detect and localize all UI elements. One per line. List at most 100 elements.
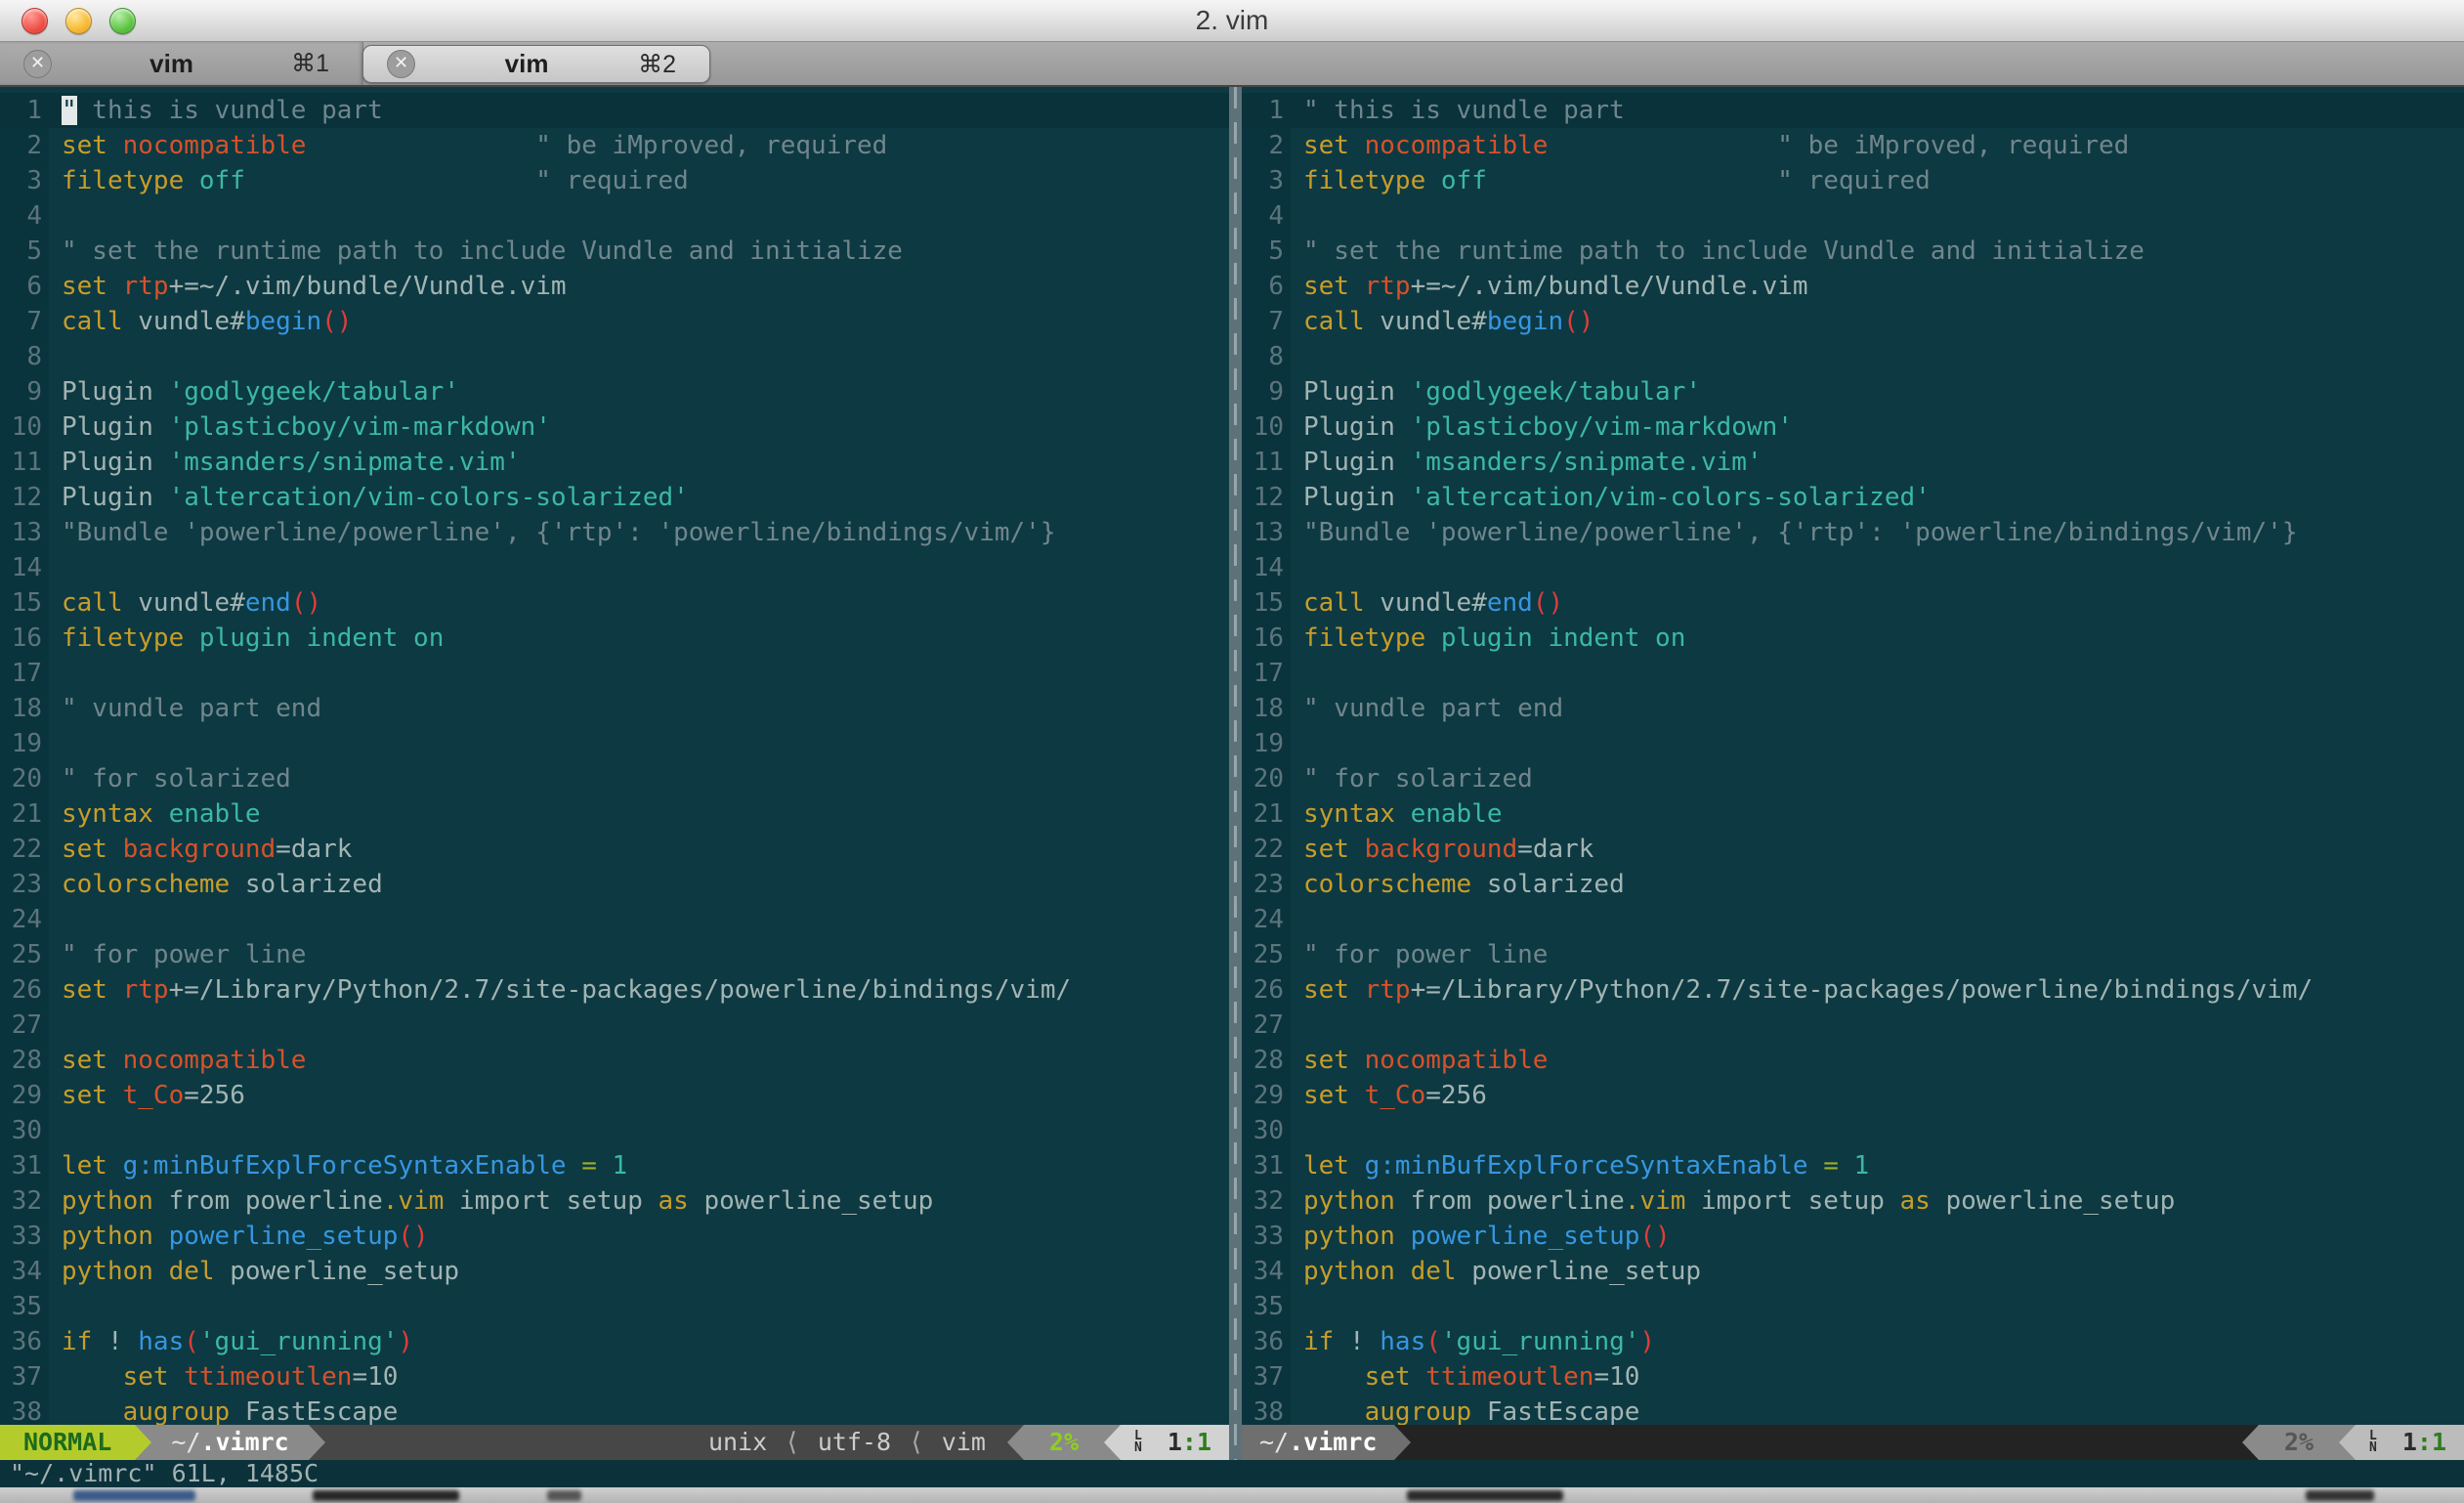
tab-close-icon[interactable]: ✕ (387, 50, 415, 78)
buffer-line[interactable]: 5 " set the runtime path to include Vundl… (1242, 234, 2464, 269)
buffer-line[interactable]: 24 (0, 902, 1229, 937)
window-titlebar[interactable]: 2. vim (0, 0, 2464, 42)
buffer-line[interactable]: 34 python del powerline_setup (0, 1254, 1229, 1289)
code-line: Plugin 'msanders/snipmate.vim' (62, 448, 521, 477)
buffer-line[interactable]: 5 " set the runtime path to include Vundl… (0, 234, 1229, 269)
tab-vim-1[interactable]: ✕ vim ⌘1 (0, 42, 363, 85)
cursor-position-segment: LN 1:1 (2356, 1425, 2464, 1460)
buffer-line[interactable]: 33 python powerline_setup() (0, 1219, 1229, 1254)
buffer-line[interactable]: 29 set t_Co=256 (1242, 1078, 2464, 1113)
buffer-line[interactable]: 26 set rtp+=/Library/Python/2.7/site-pack… (0, 972, 1229, 1008)
buffer-line[interactable]: 9 Plugin 'godlygeek/tabular' (0, 374, 1229, 409)
buffer-line[interactable]: 30 (0, 1113, 1229, 1148)
tab-close-icon[interactable]: ✕ (23, 49, 52, 78)
buffer-line[interactable]: 6 set rtp+=~/.vim/bundle/Vundle.vim (0, 269, 1229, 304)
buffer-line[interactable]: 18 " vundle part end (0, 691, 1229, 726)
code-line: " this is vundle part (62, 96, 383, 125)
line-number: 29 (1242, 1078, 1291, 1113)
buffer-line[interactable]: 4 (0, 198, 1229, 234)
buffer-line[interactable]: 28 set nocompatible (0, 1043, 1229, 1078)
buffer-line[interactable]: 18 " vundle part end (1242, 691, 2464, 726)
buffer-line[interactable]: 30 (1242, 1113, 2464, 1148)
buffer-line[interactable]: 15 call vundle#end() (1242, 585, 2464, 621)
buffer-line[interactable]: 37 set ttimeoutlen=10 (0, 1359, 1229, 1395)
buffer-line[interactable]: 34 python del powerline_setup (1242, 1254, 2464, 1289)
vim-pane-left[interactable]: 1 " this is vundle part 2 set nocompatible … (0, 87, 1229, 1460)
buffer-line[interactable]: 13 "Bundle 'powerline/powerline', {'rtp':… (0, 515, 1229, 550)
code-line: set nocompatible (1303, 1046, 1549, 1075)
buffer-line[interactable]: 32 python from powerline.vim import setup… (1242, 1183, 2464, 1219)
buffer-line[interactable]: 28 set nocompatible (1242, 1043, 2464, 1078)
buffer-line[interactable]: 21 syntax enable (0, 796, 1229, 832)
line-number: 5 (1242, 234, 1291, 269)
buffer-line[interactable]: 32 python from powerline.vim import setup… (0, 1183, 1229, 1219)
buffer-line[interactable]: 15 call vundle#end() (0, 585, 1229, 621)
buffer-line[interactable]: 8 (1242, 339, 2464, 374)
buffer-line[interactable]: 38 augroup FastEscape (0, 1395, 1229, 1425)
buffer-line[interactable]: 6 set rtp+=~/.vim/bundle/Vundle.vim (1242, 269, 2464, 304)
background-window-strip (0, 1487, 2464, 1503)
buffer-line[interactable]: 25 " for power line (1242, 937, 2464, 972)
buffer-line[interactable]: 33 python powerline_setup() (1242, 1219, 2464, 1254)
buffer-right[interactable]: 1 " this is vundle part 2 set nocompatible … (1242, 87, 2464, 1425)
buffer-left[interactable]: 1 " this is vundle part 2 set nocompatible … (0, 87, 1229, 1425)
buffer-line[interactable]: 19 (0, 726, 1229, 761)
buffer-line[interactable]: 38 augroup FastEscape (1242, 1395, 2464, 1425)
buffer-line[interactable]: 23 colorscheme solarized (1242, 867, 2464, 902)
buffer-line[interactable]: 9 Plugin 'godlygeek/tabular' (1242, 374, 2464, 409)
buffer-line[interactable]: 26 set rtp+=/Library/Python/2.7/site-pack… (1242, 972, 2464, 1008)
buffer-line[interactable]: 22 set background=dark (0, 832, 1229, 867)
buffer-line[interactable]: 2 set nocompatible " be iMproved, require… (1242, 128, 2464, 163)
tab-vim-2[interactable]: ✕ vim ⌘2 (362, 45, 710, 83)
buffer-line[interactable]: 27 (0, 1008, 1229, 1043)
buffer-line[interactable]: 27 (1242, 1008, 2464, 1043)
buffer-line[interactable]: 14 (1242, 550, 2464, 585)
scroll-percent: 2% (2283, 1428, 2314, 1456)
buffer-line[interactable]: 7 call vundle#begin() (1242, 304, 2464, 339)
buffer-line[interactable]: 7 call vundle#begin() (0, 304, 1229, 339)
buffer-line[interactable]: 19 (1242, 726, 2464, 761)
buffer-line[interactable]: 16 filetype plugin indent on (0, 621, 1229, 656)
buffer-line[interactable]: 20 " for solarized (1242, 761, 2464, 796)
buffer-line[interactable]: 3 filetype off " required (1242, 163, 2464, 198)
buffer-line[interactable]: 1 " this is vundle part (0, 93, 1229, 128)
vertical-split-divider[interactable] (1229, 87, 1242, 1460)
code-line: Plugin 'altercation/vim-colors-solarized… (1303, 483, 1931, 512)
buffer-line[interactable]: 25 " for power line (0, 937, 1229, 972)
line-number-icon: LN (1134, 1429, 1142, 1455)
buffer-line[interactable]: 10 Plugin 'plasticboy/vim-markdown' (0, 409, 1229, 445)
buffer-line[interactable]: 23 colorscheme solarized (0, 867, 1229, 902)
buffer-line[interactable]: 17 (1242, 656, 2464, 691)
buffer-line[interactable]: 16 filetype plugin indent on (1242, 621, 2464, 656)
buffer-line[interactable]: 24 (1242, 902, 2464, 937)
buffer-line[interactable]: 21 syntax enable (1242, 796, 2464, 832)
buffer-line[interactable]: 1 " this is vundle part (1242, 93, 2464, 128)
buffer-line[interactable]: 22 set background=dark (1242, 832, 2464, 867)
buffer-line[interactable]: 8 (0, 339, 1229, 374)
vim-command-line[interactable]: "~/.vimrc" 61L, 1485C (0, 1460, 2464, 1487)
buffer-line[interactable]: 29 set t_Co=256 (0, 1078, 1229, 1113)
buffer-line[interactable]: 36 if ! has('gui_running') (1242, 1324, 2464, 1359)
buffer-line[interactable]: 12 Plugin 'altercation/vim-colors-solariz… (1242, 480, 2464, 515)
buffer-line[interactable]: 20 " for solarized (0, 761, 1229, 796)
buffer-line[interactable]: 4 (1242, 198, 2464, 234)
buffer-line[interactable]: 14 (0, 550, 1229, 585)
buffer-line[interactable]: 37 set ttimeoutlen=10 (1242, 1359, 2464, 1395)
buffer-line[interactable]: 35 (1242, 1289, 2464, 1324)
vim-pane-right[interactable]: 1 " this is vundle part 2 set nocompatible … (1242, 87, 2464, 1460)
buffer-line[interactable]: 12 Plugin 'altercation/vim-colors-solariz… (0, 480, 1229, 515)
buffer-line[interactable]: 36 if ! has('gui_running') (0, 1324, 1229, 1359)
buffer-line[interactable]: 31 let g:minBufExplForceSyntaxEnable = 1 (1242, 1148, 2464, 1183)
buffer-line[interactable]: 10 Plugin 'plasticboy/vim-markdown' (1242, 409, 2464, 445)
buffer-line[interactable]: 17 (0, 656, 1229, 691)
buffer-line[interactable]: 35 (0, 1289, 1229, 1324)
buffer-line[interactable]: 3 filetype off " required (0, 163, 1229, 198)
buffer-line[interactable]: 2 set nocompatible " be iMproved, require… (0, 128, 1229, 163)
buffer-line[interactable]: 31 let g:minBufExplForceSyntaxEnable = 1 (0, 1148, 1229, 1183)
buffer-line[interactable]: 11 Plugin 'msanders/snipmate.vim' (1242, 445, 2464, 480)
buffer-line[interactable]: 11 Plugin 'msanders/snipmate.vim' (0, 445, 1229, 480)
buffer-line[interactable]: 13 "Bundle 'powerline/powerline', {'rtp':… (1242, 515, 2464, 550)
